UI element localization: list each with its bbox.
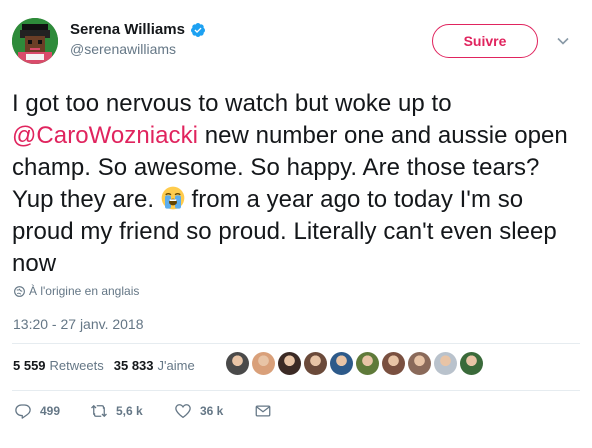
liker-avatar[interactable] (356, 352, 379, 375)
liker-avatar[interactable] (330, 352, 353, 375)
reply-count: 499 (40, 404, 61, 418)
translation-note[interactable]: À l'origine en anglais (14, 284, 139, 298)
avatar[interactable] (12, 18, 58, 64)
divider (12, 390, 580, 391)
liker-avatar[interactable] (226, 352, 249, 375)
reply-icon (15, 404, 31, 419)
liker-avatar[interactable] (252, 352, 275, 375)
liker-avatar[interactable] (382, 352, 405, 375)
mention-link[interactable]: @CaroWozniacki (12, 122, 198, 149)
globe-icon (14, 285, 25, 297)
retweets-stat[interactable]: 5 559 Retweets (13, 358, 104, 373)
likes-stat[interactable]: 35 833 J'aime (114, 358, 195, 373)
likes-count: 35 833 (113, 358, 154, 373)
tweet-text: I got too nervous to watch but woke up t… (12, 88, 580, 280)
tweet-actions: 499 5,6 k 36 k (14, 402, 314, 422)
retweet-icon (91, 404, 107, 418)
translation-label: À l'origine en anglais (29, 284, 140, 298)
reply-action[interactable]: 499 (14, 402, 60, 420)
timestamp[interactable]: 13:20 - 27 janv. 2018 (13, 316, 144, 332)
user-names: Serena Williams @serenawilliams (70, 21, 206, 57)
envelope-icon (255, 405, 271, 417)
liker-avatar[interactable] (434, 352, 457, 375)
divider (12, 343, 580, 344)
display-name[interactable]: Serena Williams (70, 21, 185, 38)
follow-button[interactable]: Suivre (432, 24, 538, 58)
retweets-count: 5 559 (13, 358, 46, 373)
direct-message-action[interactable] (254, 402, 272, 420)
liker-avatar[interactable] (304, 352, 327, 375)
crying-face-emoji-icon (161, 186, 185, 210)
chevron-down-icon[interactable] (556, 34, 570, 48)
likers-avatars (226, 352, 483, 375)
like-action[interactable]: 36 k (174, 402, 223, 420)
verified-badge-icon (190, 22, 205, 37)
liker-avatar[interactable] (460, 352, 483, 375)
liker-avatar[interactable] (408, 352, 431, 375)
like-count: 36 k (200, 404, 224, 418)
liker-avatar[interactable] (278, 352, 301, 375)
tweet-text-part: I got too nervous to watch but woke up t… (12, 90, 452, 117)
retweet-action[interactable]: 5,6 k (90, 402, 143, 420)
tweet-stats: 5 559 Retweets 35 833 J'aime (13, 358, 205, 373)
heart-icon (175, 404, 191, 419)
tweet-header: Serena Williams @serenawilliams Suivre (12, 14, 580, 66)
user-handle[interactable]: @serenawilliams (70, 41, 206, 57)
likes-label: J'aime (157, 358, 195, 373)
retweet-count: 5,6 k (116, 404, 143, 418)
retweets-label: Retweets (49, 358, 104, 373)
